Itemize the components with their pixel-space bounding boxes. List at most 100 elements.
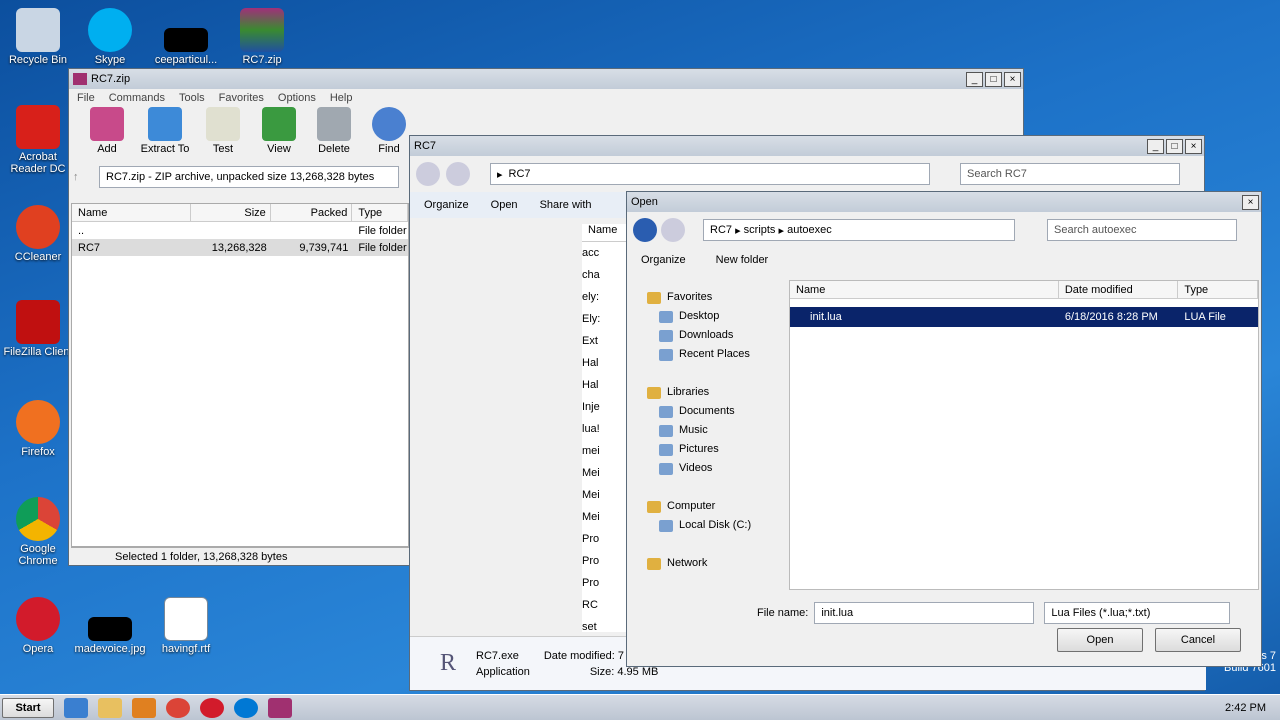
col-name[interactable]: Name <box>582 224 630 242</box>
nav-item[interactable]: Documents <box>647 402 785 421</box>
table-row[interactable]: RC7 13,268,328 9,739,741 File folder <box>72 239 408 256</box>
opera-taskbar-icon[interactable] <box>200 697 224 718</box>
nav-item[interactable]: Favorites <box>647 288 785 307</box>
list-item[interactable]: Pro <box>582 528 630 550</box>
rc7-zip-icon[interactable]: RC7.zip <box>224 8 300 66</box>
share-button[interactable]: Share with <box>540 199 592 211</box>
table-row[interactable]: .. File folder <box>72 222 408 239</box>
firefox-icon[interactable]: Firefox <box>0 400 76 458</box>
menu-options[interactable]: Options <box>278 92 316 104</box>
list-item[interactable]: Ely: <box>582 308 630 330</box>
nav-item[interactable]: Desktop <box>647 307 785 326</box>
menu-help[interactable]: Help <box>330 92 353 104</box>
madevoice-icon[interactable]: madevoice.jpg <box>72 597 148 655</box>
list-item[interactable]: Hal <box>582 374 630 396</box>
winrar-taskbar-icon[interactable] <box>268 697 292 718</box>
close-button[interactable]: × <box>1242 194 1259 210</box>
address-bar[interactable]: ▸ RC7 <box>490 163 930 185</box>
close-button[interactable]: × <box>1004 71 1021 87</box>
col-packed[interactable]: Packed <box>271 204 353 221</box>
navigation-pane[interactable]: Favorites Desktop Downloads Recent Places Li… <box>631 288 785 588</box>
list-item[interactable]: lua! <box>582 418 630 440</box>
list-item[interactable]: Mei <box>582 506 630 528</box>
maximize-button[interactable]: □ <box>1166 138 1183 154</box>
acrobat-icon[interactable]: Acrobat Reader DC <box>0 105 76 175</box>
explorer-taskbar-icon[interactable] <box>98 697 122 718</box>
nav-item[interactable]: Videos <box>647 459 785 478</box>
recycle-bin-icon[interactable]: Recycle Bin <box>0 8 76 66</box>
clock[interactable]: 2:42 PM <box>1225 702 1266 714</box>
archive-file-list[interactable]: Name Size Packed Type .. File folder RC7 13,2… <box>71 203 409 547</box>
list-item[interactable]: Hal <box>582 352 630 374</box>
filter-select[interactable]: Lua Files (*.lua;*.txt) <box>1044 602 1231 624</box>
nav-item[interactable]: Pictures <box>647 440 785 459</box>
list-item[interactable]: ely: <box>582 286 630 308</box>
open-button[interactable]: Open <box>1057 628 1143 652</box>
file-list[interactable]: Name acc cha ely: Ely: Ext Hal Hal Inje lua! mei M… <box>582 224 630 633</box>
ccleaner-icon[interactable]: CCleaner <box>0 205 76 263</box>
organize-button[interactable]: Organize <box>641 254 686 266</box>
chrome-icon[interactable]: Google Chrome <box>0 497 76 567</box>
view-button[interactable]: View <box>254 107 304 155</box>
list-item[interactable]: Mei <box>582 484 630 506</box>
havingf-icon[interactable]: havingf.rtf <box>148 597 224 655</box>
filezilla-icon[interactable]: FileZilla Client <box>0 300 76 358</box>
back-button[interactable] <box>633 218 657 242</box>
search-input[interactable]: Search RC7 <box>960 163 1180 185</box>
find-button[interactable]: Find <box>364 107 414 155</box>
up-arrow-icon[interactable]: ↑ <box>73 171 99 183</box>
start-button[interactable]: Start <box>2 697 54 718</box>
list-item[interactable]: Pro <box>582 572 630 594</box>
forward-button[interactable] <box>661 218 685 242</box>
nav-item[interactable]: Downloads <box>647 326 785 345</box>
nav-item[interactable]: Computer <box>647 497 785 516</box>
col-type[interactable]: Type <box>352 204 408 221</box>
nav-item[interactable]: Recent Places <box>647 345 785 364</box>
ie-taskbar-icon[interactable] <box>64 697 88 718</box>
test-button[interactable]: Test <box>198 107 248 155</box>
maximize-button[interactable]: □ <box>985 71 1002 87</box>
back-button[interactable] <box>416 162 440 186</box>
menu-commands[interactable]: Commands <box>109 92 165 104</box>
open-dialog[interactable]: Open × RC7 ▸ scripts ▸ autoexec Search au… <box>626 191 1262 667</box>
nav-item[interactable]: Libraries <box>647 383 785 402</box>
opera-icon[interactable]: Opera <box>0 597 76 655</box>
list-item[interactable]: RC <box>582 594 630 616</box>
list-item[interactable]: mei <box>582 440 630 462</box>
list-item[interactable]: Inje <box>582 396 630 418</box>
menu-file[interactable]: File <box>77 92 95 104</box>
filename-input[interactable]: init.lua <box>814 602 1035 624</box>
menu-tools[interactable]: Tools <box>179 92 205 104</box>
dialog-file-list[interactable]: Name Date modified Type init.lua 6/18/2016 … <box>789 280 1259 590</box>
organize-button[interactable]: Organize <box>424 199 469 211</box>
list-item[interactable]: cha <box>582 264 630 286</box>
col-date[interactable]: Date modified <box>1059 281 1179 298</box>
col-type[interactable]: Type <box>1178 281 1258 298</box>
edge-taskbar-icon[interactable] <box>234 697 258 718</box>
nav-item[interactable]: Music <box>647 421 785 440</box>
menu-favorites[interactable]: Favorites <box>219 92 264 104</box>
col-name[interactable]: Name <box>790 281 1059 298</box>
extract-to-button[interactable]: Extract To <box>137 107 193 155</box>
list-item[interactable]: Mei <box>582 462 630 484</box>
close-button[interactable]: × <box>1185 138 1202 154</box>
col-size[interactable]: Size <box>191 204 271 221</box>
nav-item[interactable]: Network <box>647 554 785 573</box>
skype-icon[interactable]: Skype <box>72 8 148 66</box>
minimize-button[interactable]: _ <box>1147 138 1164 154</box>
new-folder-button[interactable]: New folder <box>716 254 769 266</box>
list-item[interactable]: Ext <box>582 330 630 352</box>
ceeparticul-icon[interactable]: ceeparticul... <box>148 8 224 66</box>
nav-item[interactable]: Local Disk (C:) <box>647 516 785 535</box>
list-item[interactable]: set <box>582 616 630 638</box>
forward-button[interactable] <box>446 162 470 186</box>
media-taskbar-icon[interactable] <box>132 697 156 718</box>
cancel-button[interactable]: Cancel <box>1155 628 1241 652</box>
col-name[interactable]: Name <box>72 204 192 221</box>
list-item[interactable]: Pro <box>582 550 630 572</box>
add-button[interactable]: Add <box>82 107 132 155</box>
file-row-init-lua[interactable]: init.lua 6/18/2016 8:28 PM LUA File <box>790 307 1258 327</box>
open-button[interactable]: Open <box>491 199 518 211</box>
archive-path[interactable]: RC7.zip - ZIP archive, unpacked size 13,… <box>99 166 399 188</box>
search-input[interactable]: Search autoexec <box>1047 219 1237 241</box>
